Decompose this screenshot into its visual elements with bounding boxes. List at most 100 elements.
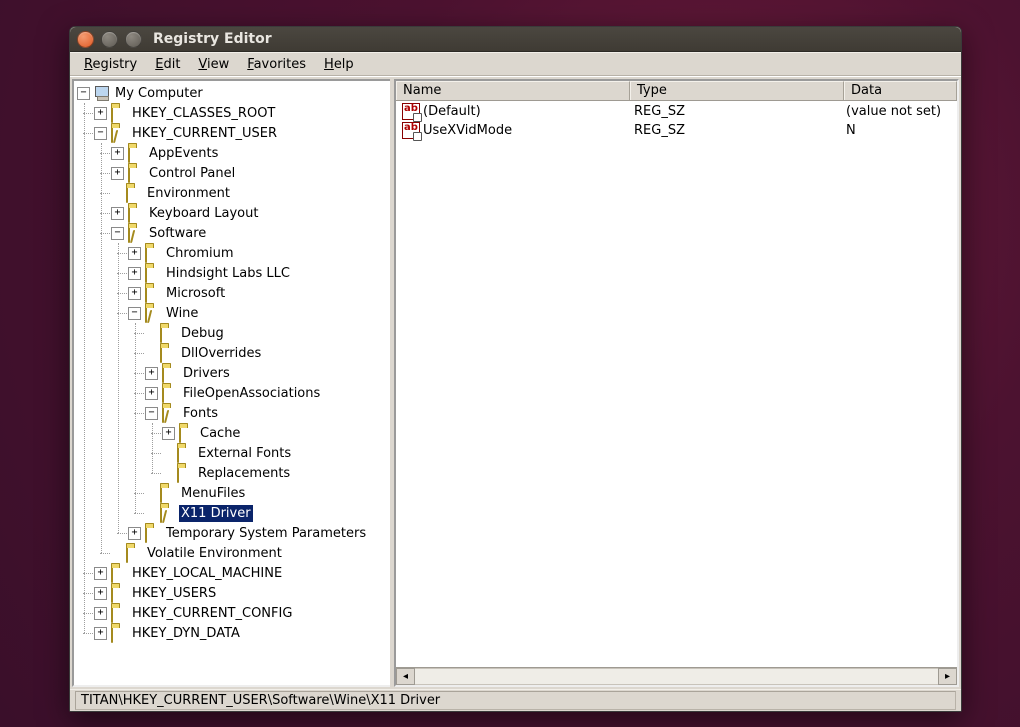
tree-debug[interactable]: Debug <box>145 323 390 343</box>
tree-x11driver[interactable]: X11 Driver <box>145 503 390 523</box>
scroll-right-icon[interactable]: ▸ <box>938 668 957 685</box>
menu-view[interactable]: View <box>190 56 237 73</box>
expand-icon[interactable]: + <box>162 427 175 440</box>
column-name[interactable]: Name <box>396 81 630 100</box>
tree-item-label: Software <box>147 225 208 242</box>
scroll-track[interactable] <box>415 668 938 685</box>
tree-hindsight[interactable]: + Hindsight Labs LLC <box>128 263 390 283</box>
folder-icon <box>111 566 127 580</box>
folder-icon <box>145 526 161 540</box>
column-data[interactable]: Data <box>844 81 957 100</box>
folder-icon <box>145 286 161 300</box>
folder-icon <box>160 326 176 340</box>
value-data: (value not set) <box>840 104 957 119</box>
expand-icon[interactable]: + <box>94 107 107 120</box>
tree-volatile[interactable]: Volatile Environment <box>111 543 390 563</box>
menu-edit[interactable]: Edit <box>147 56 188 73</box>
tree-keyboardlayout[interactable]: +Keyboard Layout <box>111 203 390 223</box>
folder-open-icon <box>145 306 161 320</box>
collapse-icon[interactable]: − <box>128 307 141 320</box>
statusbar-path: TITAN\HKEY_CURRENT_USER\Software\Wine\X1… <box>75 691 956 710</box>
tree-hkdd[interactable]: +HKEY_DYN_DATA <box>94 623 390 643</box>
tree-chromium[interactable]: + Chromium <box>128 243 390 263</box>
close-icon[interactable] <box>77 31 94 48</box>
menu-help[interactable]: Help <box>316 56 362 73</box>
scroll-left-icon[interactable]: ◂ <box>396 668 415 685</box>
list-row[interactable]: (Default) REG_SZ (value not set) <box>396 102 957 121</box>
folder-icon <box>177 466 193 480</box>
value-data: N <box>840 123 957 138</box>
expand-icon[interactable]: + <box>94 567 107 580</box>
tree-hku[interactable]: +HKEY_USERS <box>94 583 390 603</box>
column-type[interactable]: Type <box>630 81 844 100</box>
tree-root[interactable]: − My Computer <box>77 83 390 103</box>
tree-fonts-external[interactable]: External Fonts <box>162 443 390 463</box>
tree-item-label: Hindsight Labs LLC <box>164 265 292 282</box>
tree-appevents[interactable]: + AppEvents <box>111 143 390 163</box>
tree-item-label: FileOpenAssociations <box>181 385 322 402</box>
statusbar: TITAN\HKEY_CURRENT_USER\Software\Wine\X1… <box>70 689 961 711</box>
tree-item-label: Chromium <box>164 245 236 262</box>
tree-dlloverrides[interactable]: DllOverrides <box>145 343 390 363</box>
tree-item-label: DllOverrides <box>179 345 263 362</box>
maximize-icon[interactable] <box>125 31 142 48</box>
expand-icon[interactable]: + <box>128 527 141 540</box>
tree-item-label: External Fonts <box>196 445 293 462</box>
expand-icon[interactable]: + <box>128 267 141 280</box>
menu-favorites[interactable]: Favorites <box>239 56 314 73</box>
horizontal-scrollbar[interactable]: ◂ ▸ <box>396 667 957 685</box>
tree-drivers[interactable]: +Drivers <box>145 363 390 383</box>
expand-icon[interactable]: + <box>145 367 158 380</box>
expand-icon[interactable]: + <box>111 147 124 160</box>
collapse-icon[interactable]: − <box>145 407 158 420</box>
tree-fonts[interactable]: −Fonts <box>145 403 390 423</box>
folder-open-icon <box>162 406 178 420</box>
folder-icon <box>145 266 161 280</box>
tree-environment[interactable]: Environment <box>111 183 390 203</box>
folder-open-icon <box>128 226 144 240</box>
tree-microsoft[interactable]: + Microsoft <box>128 283 390 303</box>
expand-icon[interactable]: + <box>145 387 158 400</box>
tree-wine[interactable]: −Wine <box>128 303 390 323</box>
titlebar[interactable]: Registry Editor <box>70 27 961 52</box>
expand-icon[interactable]: + <box>111 167 124 180</box>
expand-icon[interactable]: + <box>94 587 107 600</box>
collapse-icon[interactable]: − <box>94 127 107 140</box>
tree-hkcc[interactable]: +HKEY_CURRENT_CONFIG <box>94 603 390 623</box>
tree-software[interactable]: − Software <box>111 223 390 243</box>
collapse-icon[interactable]: − <box>111 227 124 240</box>
tree-hkcu[interactable]: − HKEY_CURRENT_USER <box>94 123 390 143</box>
minimize-icon[interactable] <box>101 31 118 48</box>
expand-icon[interactable]: + <box>111 207 124 220</box>
folder-icon <box>177 446 193 460</box>
tree-item-label: Temporary System Parameters <box>164 525 368 542</box>
tree-fileopen[interactable]: + FileOpenAssociations <box>145 383 390 403</box>
tree-hklm[interactable]: +HKEY_LOCAL_MACHINE <box>94 563 390 583</box>
tree-item-label: AppEvents <box>147 145 220 162</box>
tree-item-label: Microsoft <box>164 285 227 302</box>
list-row[interactable]: UseXVidMode REG_SZ N <box>396 121 957 140</box>
menu-registry[interactable]: Registry <box>76 56 145 73</box>
tree-fonts-cache[interactable]: +Cache <box>162 423 390 443</box>
collapse-icon[interactable]: − <box>77 87 90 100</box>
tree-hkcr[interactable]: + HKEY_CLASSES_ROOT <box>94 103 390 123</box>
tree-pane[interactable]: − My Computer + HKEY_CLASSES_ROOT − <box>72 79 390 687</box>
list-body[interactable]: (Default) REG_SZ (value not set) UseXVid… <box>396 101 957 667</box>
tree-item-label: Environment <box>145 185 232 202</box>
tree-controlpanel[interactable]: +Control Panel <box>111 163 390 183</box>
expand-icon[interactable]: + <box>128 287 141 300</box>
window-title: Registry Editor <box>153 31 272 47</box>
expand-icon[interactable]: + <box>94 627 107 640</box>
tree-hkcu-label: HKEY_CURRENT_USER <box>130 125 279 142</box>
folder-icon <box>111 106 127 120</box>
tree-fonts-replacements[interactable]: Replacements <box>162 463 390 483</box>
folder-icon <box>160 486 176 500</box>
column-headers: Name Type Data <box>396 81 957 101</box>
expand-icon[interactable]: + <box>128 247 141 260</box>
expand-icon[interactable]: + <box>94 607 107 620</box>
tree-tempsys[interactable]: + Temporary System Parameters <box>128 523 390 543</box>
folder-open-icon <box>111 126 127 140</box>
tree-item-label: Volatile Environment <box>145 545 284 562</box>
tree-menufiles[interactable]: MenuFiles <box>145 483 390 503</box>
folder-icon <box>160 346 176 360</box>
